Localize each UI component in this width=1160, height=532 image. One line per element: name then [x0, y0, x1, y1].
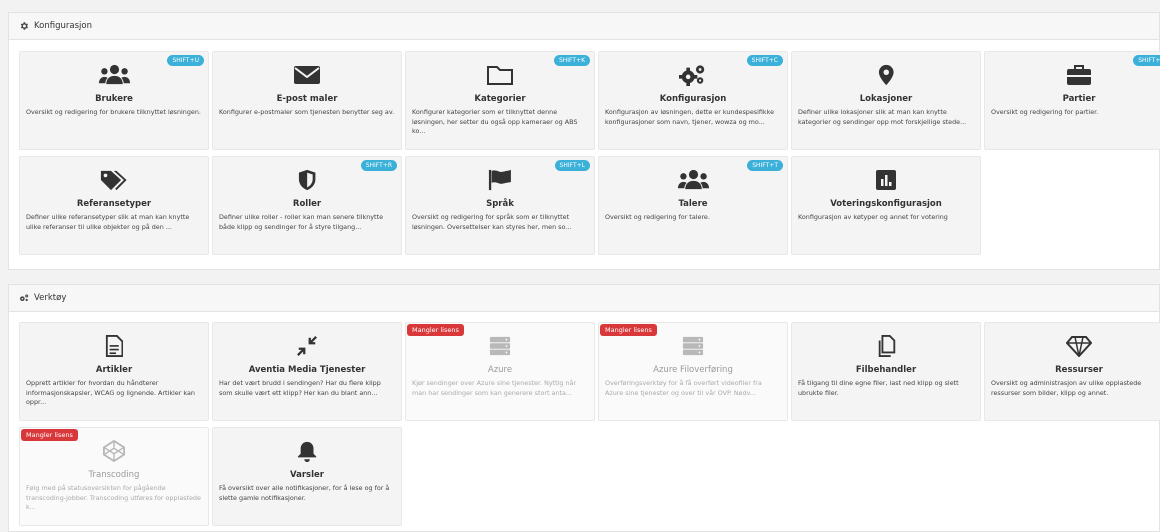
tile-e-post-maler[interactable]: E-post maler Konfigurer e-postmaler som …: [212, 51, 402, 150]
tile-title: Transcoding: [88, 470, 140, 480]
tile-title: Brukere: [95, 94, 133, 104]
bell-icon: [297, 441, 317, 462]
chart-icon: [876, 170, 896, 190]
tile-voteringskonfigurasjon[interactable]: Voteringskonfigurasjon Konfigurasjon av …: [791, 156, 981, 255]
tile-title: Aventia Media Tjenester: [248, 365, 366, 375]
tile-title: E-post maler: [276, 94, 338, 104]
tools-section: Verktøy Artikler Opprett artikler for hv…: [8, 284, 1160, 532]
tile-varsler[interactable]: Varsler Få oversikt over alle notifikasj…: [212, 427, 402, 526]
tile-azure[interactable]: Mangler lisens Azure Kjør sendinger over…: [405, 322, 595, 421]
tile-transcoding[interactable]: Mangler lisens Transcoding Følg med på s…: [19, 427, 209, 526]
copy-icon: [878, 335, 896, 357]
tile-description: Definer ulike referansetyper slik at man…: [26, 213, 190, 231]
cogs-icon: [679, 65, 705, 86]
tile-konfigurasjon[interactable]: SHIFT+C Konfigurasjon Konfigurasjon av l…: [598, 51, 788, 150]
config-section-header: Konfigurasjon: [9, 13, 1159, 40]
tile-partier[interactable]: SHIFT+P Partier Oversikt og redigering f…: [984, 51, 1160, 150]
tile-description: Konfigurer e-postmaler som tjenesten ben…: [219, 108, 395, 116]
tile-description: Definer ulike lokasjoner slik at man kan…: [798, 108, 967, 126]
tile-description: Få oversikt over alle notifikasjoner, fo…: [219, 484, 390, 502]
briefcase-icon: [1067, 65, 1091, 85]
users-icon: [677, 169, 709, 190]
map-marker-icon: [878, 64, 894, 86]
tile-title: Referansetyper: [76, 199, 152, 209]
tile-ressurser[interactable]: Ressurser Oversikt og administrasjon av …: [984, 322, 1160, 421]
tile-description: Oversikt og redigering for partier.: [991, 108, 1099, 116]
shield-icon: [298, 169, 316, 191]
tile-title: Varsler: [290, 470, 324, 480]
compress-icon: [297, 336, 317, 356]
codepen-icon: [103, 440, 125, 462]
tile-description: Konfigurasjon av køtyper og annet for vo…: [798, 213, 948, 221]
tile-title: Filbehandler: [855, 365, 917, 375]
cogs-icon: [20, 294, 29, 302]
server-icon: [489, 336, 511, 356]
tile-description: Har det vært brudd i sendingen? Har du f…: [219, 379, 381, 397]
users-icon: [98, 64, 130, 85]
tools-section-header: Verktøy: [9, 285, 1159, 312]
tile-title: Talere: [678, 199, 708, 209]
tile-description: Følg med på statusoversikten for pågåend…: [26, 484, 201, 512]
tile-description: Oversikt og redigering for brukere tilkn…: [26, 108, 201, 116]
tile-azure-filoverforing[interactable]: Mangler lisens Azure Filoverføring Overf…: [598, 322, 788, 421]
tile-description: Overføringsverktøy for å få overført vid…: [605, 379, 762, 397]
tile-roller[interactable]: SHIFT+R Roller Definer ulike roller - ro…: [212, 156, 402, 255]
tile-title: Azure Filoverføring: [653, 365, 733, 375]
cog-icon: [20, 22, 28, 30]
tile-description: Konfigurer kategorier som er tilknyttet …: [412, 108, 578, 136]
tile-description: Opprett artikler for hvordan du håndtere…: [26, 379, 195, 407]
tile-title: Språk: [486, 199, 514, 209]
tile-artikler[interactable]: Artikler Opprett artikler for hvordan du…: [19, 322, 209, 421]
tile-title: Kategorier: [474, 94, 526, 104]
tile-title: Konfigurasjon: [659, 94, 727, 104]
envelope-icon: [294, 66, 320, 84]
file-icon: [105, 335, 124, 357]
tile-description: Konfigurasjon av løsningen, dette er kun…: [605, 108, 775, 126]
tile-description: Få tilgang til dine egne filer, last ned…: [798, 379, 959, 397]
tile-filbehandler[interactable]: Filbehandler Få tilgang til dine egne fi…: [791, 322, 981, 421]
config-section-title: Konfigurasjon: [34, 21, 92, 31]
tile-kategorier[interactable]: SHIFT+K Kategorier Konfigurer kategorier…: [405, 51, 595, 150]
server-icon: [682, 336, 704, 356]
tile-description: Kjør sendinger over Azure sine tjenester…: [412, 379, 577, 397]
tools-section-title: Verktøy: [34, 293, 67, 303]
tile-title: Lokasjoner: [859, 94, 913, 104]
tile-description: Oversikt og redigering for språk som er …: [412, 213, 572, 231]
tile-description: Oversikt og administrasjon av ulike oppl…: [991, 379, 1142, 397]
tags-icon: [101, 170, 127, 191]
diamond-icon: [1066, 336, 1092, 357]
tile-title: Voteringskonfigurasjon: [830, 199, 942, 209]
tile-title: Roller: [292, 199, 322, 209]
flag-icon: [488, 169, 511, 191]
tile-sprak[interactable]: SHIFT+L Språk Oversikt og redigering for…: [405, 156, 595, 255]
tile-lokasjoner[interactable]: Lokasjoner Definer ulike lokasjoner slik…: [791, 51, 981, 150]
tile-title: Artikler: [95, 365, 133, 375]
tile-description: Oversikt og redigering for talere.: [605, 213, 710, 221]
tile-referansetyper[interactable]: Referansetyper Definer ulike referansety…: [19, 156, 209, 255]
tile-title: Azure: [487, 365, 513, 375]
config-section: Konfigurasjon SHIFT+U Brukere Oversikt o…: [8, 12, 1160, 270]
tile-brukere[interactable]: SHIFT+U Brukere Oversikt og redigering f…: [19, 51, 209, 150]
tile-description: Definer ulike roller - roller kan man se…: [219, 213, 384, 231]
tile-aventia-media-tjenester[interactable]: Aventia Media Tjenester Har det vært bru…: [212, 322, 402, 421]
tile-title: Ressurser: [1055, 365, 1103, 375]
folder-icon: [487, 66, 513, 85]
tile-talere[interactable]: SHIFT+T Talere Oversikt og redigering fo…: [598, 156, 788, 255]
tile-title: Partier: [1062, 94, 1096, 104]
